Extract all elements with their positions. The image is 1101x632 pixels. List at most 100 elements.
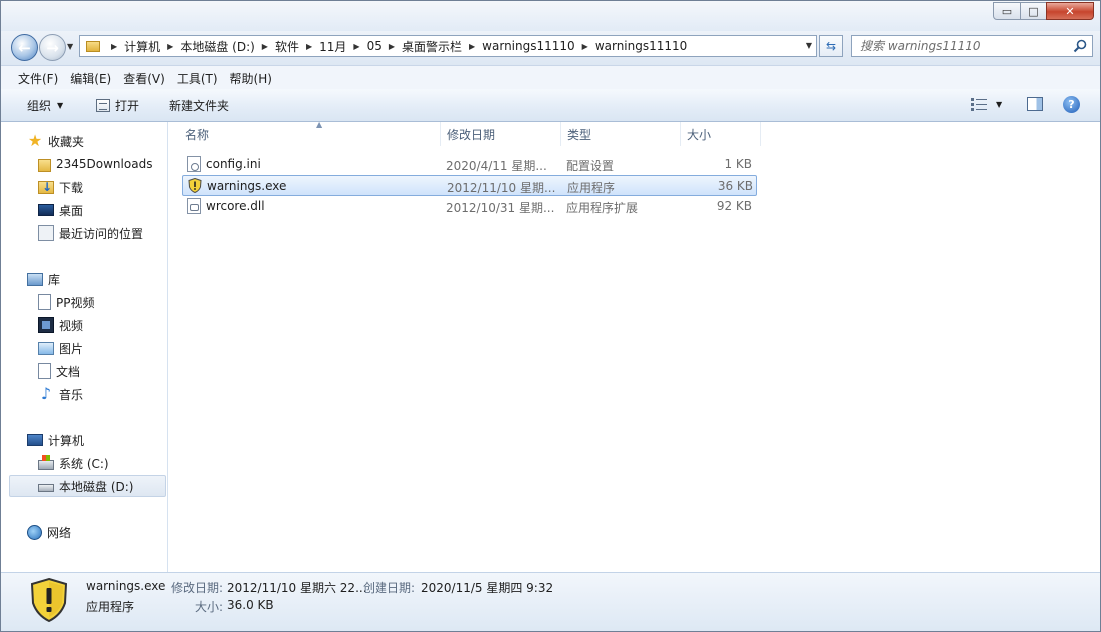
nav-item-desktop[interactable]: 桌面 xyxy=(38,199,83,221)
nav-item-label: 文档 xyxy=(56,364,81,379)
chevron-right-icon[interactable]: ▶ xyxy=(167,42,173,51)
recent-pages-dropdown[interactable]: ▼ xyxy=(67,42,73,51)
details-created-label: 创建日期: xyxy=(363,581,416,595)
file-date: 2012/10/31 星期... xyxy=(446,201,555,215)
open-icon xyxy=(96,99,110,112)
pp-video-icon xyxy=(38,294,51,310)
chevron-down-icon: ▼ xyxy=(57,101,64,110)
new-folder-button[interactable]: 新建文件夹 xyxy=(169,97,229,114)
organize-button[interactable]: 组织 ▼ xyxy=(27,97,63,114)
nav-computer[interactable]: 计算机 xyxy=(27,429,84,451)
explorer-window: ▭ □ ✕ ← → ▼ ▶ 计算机 ▶ 本地磁盘 (D:) ▶ 软件 ▶ 11月… xyxy=(0,0,1101,632)
close-icon: ✕ xyxy=(1065,4,1075,18)
column-header-label: 类型 xyxy=(567,127,592,142)
minimize-button[interactable]: ▭ xyxy=(993,2,1021,20)
nav-item-label: 系统 (C:) xyxy=(59,456,109,471)
nav-item-drive-c[interactable]: 系统 (C:) xyxy=(38,452,109,474)
folder-icon xyxy=(38,158,51,172)
refresh-icon: ⇆ xyxy=(825,39,837,53)
nav-item-documents[interactable]: 文档 xyxy=(38,360,80,382)
chevron-right-icon[interactable]: ▶ xyxy=(469,42,475,51)
file-type: 应用程序扩展 xyxy=(566,201,639,215)
organize-label: 组织 xyxy=(27,99,52,113)
breadcrumb-warnings-parent[interactable]: warnings11110 xyxy=(482,39,574,53)
details-file-type: 应用程序 xyxy=(86,600,135,614)
column-header-label: 修改日期 xyxy=(447,127,496,142)
details-modified-label: 修改日期: xyxy=(171,581,224,595)
breadcrumb-desktop-warning[interactable]: 桌面警示栏 xyxy=(402,38,462,55)
nav-item-recent-places[interactable]: 最近访问的位置 xyxy=(38,222,143,244)
back-button[interactable]: ← xyxy=(11,34,38,61)
file-row-config-ini[interactable]: config.ini 2020/4/11 星期... 配置设置 1 KB xyxy=(182,154,757,175)
forward-button[interactable]: → xyxy=(39,34,66,61)
search-input[interactable] xyxy=(860,38,1065,54)
dll-file-icon xyxy=(187,198,201,214)
nav-item-downloads[interactable]: 下载 xyxy=(38,176,83,198)
breadcrumb-software[interactable]: 软件 xyxy=(275,38,299,55)
nav-item-pictures[interactable]: 图片 xyxy=(38,337,83,359)
open-button[interactable]: 打开 xyxy=(96,97,139,114)
recent-places-icon xyxy=(38,225,54,241)
views-dropdown-icon[interactable]: ▼ xyxy=(996,100,1002,109)
libraries-icon xyxy=(27,272,43,286)
file-row-wrcore-dll[interactable]: wrcore.dll 2012/10/31 星期... 应用程序扩展 92 KB xyxy=(182,196,757,217)
column-header-name[interactable]: 名称 ▲ xyxy=(179,120,441,146)
file-date: 2012/11/10 星期... xyxy=(447,181,556,195)
nav-libraries[interactable]: 库 xyxy=(27,268,60,290)
picture-icon xyxy=(38,341,54,355)
menu-bar: 文件(F) 编辑(E) 查看(V) 工具(T) 帮助(H) xyxy=(1,65,1100,90)
file-date: 2020/4/11 星期... xyxy=(446,159,547,173)
nav-item-music[interactable]: ♪ 音乐 xyxy=(38,383,83,405)
download-folder-icon xyxy=(38,180,54,194)
nav-item-videos[interactable]: 视频 xyxy=(38,314,83,336)
nav-item-pp-video[interactable]: PP视频 xyxy=(38,291,94,313)
back-arrow-icon: ← xyxy=(18,38,31,57)
preview-pane-icon[interactable] xyxy=(1027,97,1043,111)
chevron-right-icon[interactable]: ▶ xyxy=(306,42,312,51)
file-row-warnings-exe[interactable]: warnings.exe 2012/11/10 星期... 应用程序 36 KB xyxy=(182,175,757,196)
nav-item-label: 下载 xyxy=(59,180,84,195)
navigation-bar: ← → ▼ ▶ 计算机 ▶ 本地磁盘 (D:) ▶ 软件 ▶ 11月 ▶ 05 … xyxy=(1,31,1100,65)
details-file-name: warnings.exe xyxy=(86,579,166,593)
address-bar[interactable]: ▶ 计算机 ▶ 本地磁盘 (D:) ▶ 软件 ▶ 11月 ▶ 05 ▶ 桌面警示… xyxy=(79,35,817,57)
nav-item-2345downloads[interactable]: 2345Downloads xyxy=(38,153,152,175)
close-button[interactable]: ✕ xyxy=(1046,2,1094,20)
document-icon xyxy=(38,363,51,379)
search-icon[interactable] xyxy=(1073,39,1087,53)
breadcrumb-computer[interactable]: 计算机 xyxy=(124,38,160,55)
views-icon[interactable] xyxy=(971,98,987,111)
chevron-right-icon[interactable]: ▶ xyxy=(262,42,268,51)
chevron-right-icon[interactable]: ▶ xyxy=(111,42,117,51)
navigation-pane: ★ 收藏夹 2345Downloads 下载 桌面 最近访问的位置 库 PP视频 xyxy=(1,122,168,572)
menu-help[interactable]: 帮助(H) xyxy=(213,70,278,87)
title-bar[interactable]: ▭ □ ✕ xyxy=(1,1,1100,31)
minimize-icon: ▭ xyxy=(1001,4,1013,18)
nav-item-label: PP视频 xyxy=(56,295,95,310)
column-header-size[interactable]: 大小 xyxy=(681,122,761,146)
details-created-value: 2020/11/5 星期四 9:32 xyxy=(421,581,554,595)
nav-favorites[interactable]: ★ 收藏夹 xyxy=(27,130,84,152)
maximize-button[interactable]: □ xyxy=(1020,2,1047,20)
column-header-date[interactable]: 修改日期 xyxy=(441,122,561,146)
help-icon[interactable]: ? xyxy=(1063,96,1080,113)
nav-item-label: 2345Downloads xyxy=(56,157,153,171)
nav-network[interactable]: 网络 xyxy=(27,521,71,543)
file-name: warnings.exe xyxy=(207,179,287,193)
search-box[interactable] xyxy=(851,35,1093,57)
chevron-right-icon[interactable]: ▶ xyxy=(353,42,359,51)
address-history-dropdown[interactable]: ▼ xyxy=(806,41,812,50)
nav-item-drive-d[interactable]: 本地磁盘 (D:) xyxy=(9,475,166,497)
details-size-value: 36.0 KB xyxy=(227,598,274,612)
breadcrumb-warnings-current[interactable]: warnings11110 xyxy=(595,39,687,53)
chevron-right-icon[interactable]: ▶ xyxy=(389,42,395,51)
column-header-type[interactable]: 类型 xyxy=(561,122,681,146)
breadcrumb-drive-d[interactable]: 本地磁盘 (D:) xyxy=(180,38,254,55)
chevron-right-icon[interactable]: ▶ xyxy=(582,42,588,51)
breadcrumb-november[interactable]: 11月 xyxy=(319,38,346,55)
breadcrumb-05[interactable]: 05 xyxy=(367,39,382,53)
nav-item-label: 图片 xyxy=(59,341,84,356)
refresh-button[interactable]: ⇆ xyxy=(819,35,843,57)
file-name: wrcore.dll xyxy=(206,199,265,213)
nav-item-label: 视频 xyxy=(59,318,84,333)
nav-favorites-label: 收藏夹 xyxy=(48,134,85,149)
